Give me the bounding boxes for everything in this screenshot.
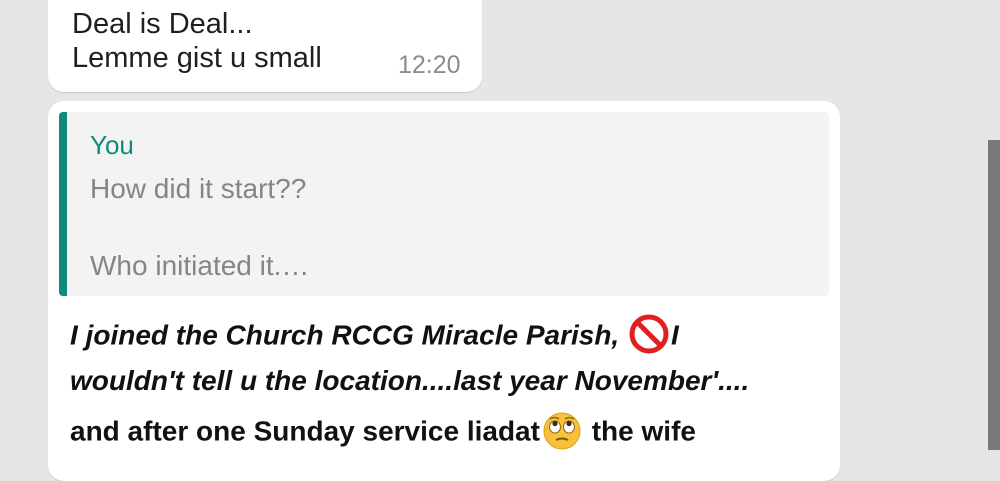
message-text-line: Deal is Deal... [72, 8, 253, 40]
quoted-message[interactable]: You How did it start?? Who initiated it.… [59, 112, 829, 296]
quote-accent-bar [59, 112, 67, 296]
scrollbar[interactable] [988, 140, 1000, 450]
message-text-line: I joined the Church RCCG Miracle Parish,… [70, 314, 679, 357]
message-text-line: wouldn't tell u the location....last yea… [70, 365, 750, 396]
incoming-reply-message-bubble[interactable]: You How did it start?? Who initiated it.… [48, 101, 840, 481]
face-with-rolling-eyes-emoji-icon [542, 411, 582, 451]
message-text-segment: and after one Sunday service liadat [70, 415, 540, 447]
message-timestamp: 12:20 [398, 51, 461, 79]
message-text-line: and after one Sunday service liadat the … [70, 411, 696, 453]
message-text-segment: I joined the Church RCCG Miracle Parish, [70, 319, 627, 351]
quoted-text-line: How did it start?? [90, 173, 307, 204]
quoted-sender-name: You [90, 130, 134, 160]
quoted-text-line: Who initiated it.… [90, 250, 310, 281]
message-text-segment: I [671, 319, 679, 351]
incoming-message-bubble[interactable]: Deal is Deal... Lemme gist u small 12:20 [48, 0, 482, 92]
message-text-line: Lemme gist u small [72, 42, 322, 74]
message-text-segment: the wife [583, 415, 696, 447]
prohibited-emoji-icon [629, 314, 669, 354]
